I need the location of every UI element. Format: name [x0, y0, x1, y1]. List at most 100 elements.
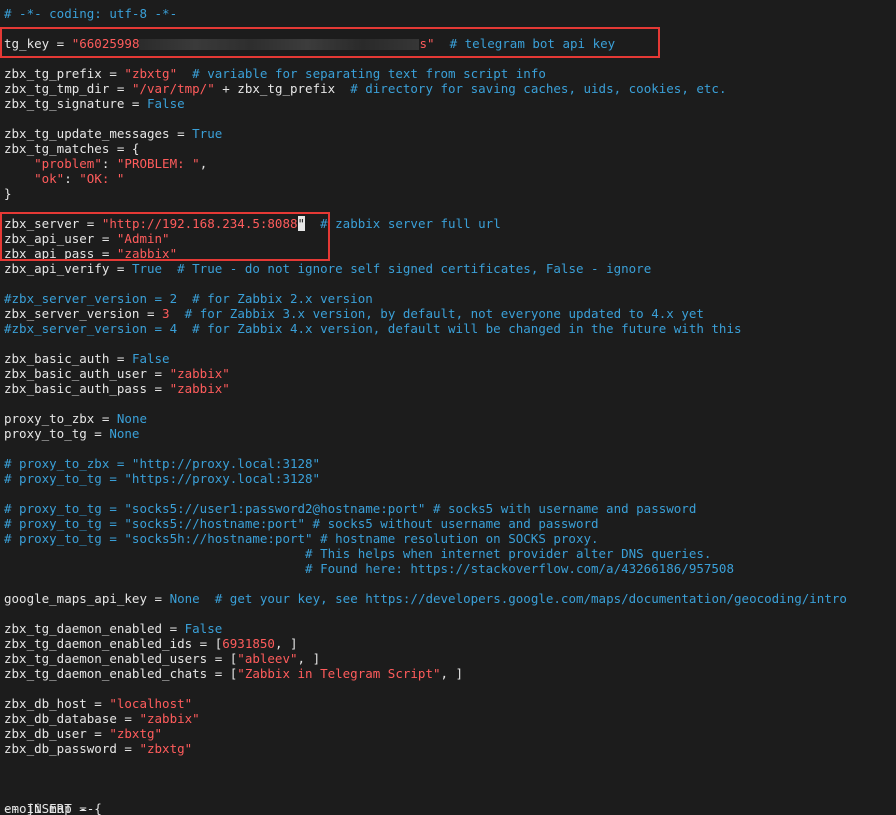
code-text: zbx_api_user =	[4, 231, 117, 246]
code-text: zbx_basic_auth =	[4, 351, 132, 366]
code-line[interactable]	[4, 441, 896, 456]
code-string: s"	[419, 36, 435, 51]
code-line[interactable]	[4, 21, 896, 36]
code-line[interactable]: zbx_db_user = "zbxtg"	[4, 726, 896, 741]
text-cursor: "	[297, 216, 306, 231]
code-line[interactable]: zbx_server_version = 3 # for Zabbix 3.x …	[4, 306, 896, 321]
code-keyword: None	[116, 411, 147, 426]
code-line[interactable]: zbx_basic_auth_user = "zabbix"	[4, 366, 896, 381]
code-text: zbx_db_database =	[4, 711, 140, 726]
code-line[interactable]: # This helps when internet provider alte…	[4, 546, 896, 561]
code-text: zbx_db_host =	[4, 696, 110, 711]
code-line[interactable]: # proxy_to_tg = "socks5h://hostname:port…	[4, 531, 896, 546]
code-line[interactable]: zbx_tg_daemon_enabled_chats = ["Zabbix i…	[4, 666, 896, 681]
code-line[interactable]: zbx_db_host = "localhost"	[4, 696, 896, 711]
code-line[interactable]: proxy_to_tg = None	[4, 426, 896, 441]
code-line[interactable]: zbx_api_verify = True # True - do not ig…	[4, 261, 896, 276]
code-line[interactable]: zbx_db_password = "zbxtg"	[4, 741, 896, 756]
code-line[interactable]: # proxy_to_tg = "socks5://user1:password…	[4, 501, 896, 516]
code-line[interactable]: zbx_api_user = "Admin"	[4, 231, 896, 246]
code-line[interactable]: # proxy_to_zbx = "http://proxy.local:312…	[4, 456, 896, 471]
code-line[interactable]: google_maps_api_key = None # get your ke…	[4, 591, 896, 606]
code-line[interactable]: "problem": "PROBLEM: ",	[4, 156, 896, 171]
code-line[interactable]: zbx_tg_prefix = "zbxtg" # variable for s…	[4, 66, 896, 81]
code-string: "zabbix"	[116, 246, 178, 261]
code-line[interactable]	[4, 606, 896, 621]
code-text: zbx_tg_matches = {	[4, 141, 140, 156]
code-text: :	[101, 156, 117, 171]
code-buffer[interactable]: # -*- coding: utf-8 -*- tg_key = "660259…	[4, 6, 896, 815]
code-line[interactable]	[4, 756, 896, 771]
code-line[interactable]: zbx_tg_update_messages = True	[4, 126, 896, 141]
code-line[interactable]: zbx_db_database = "zabbix"	[4, 711, 896, 726]
code-string: "zbxtg"	[109, 726, 163, 741]
code-line[interactable]	[4, 771, 896, 786]
code-line[interactable]: tg_key = "66025998 s" # telegram bot api …	[4, 36, 896, 51]
code-line[interactable]: zbx_tg_daemon_enabled = False	[4, 621, 896, 636]
code-line[interactable]: #zbx_server_version = 2 # for Zabbix 2.x…	[4, 291, 896, 306]
code-comment: # proxy_to_tg = "socks5://user1:password…	[4, 501, 697, 516]
code-line[interactable]: zbx_basic_auth = False	[4, 351, 896, 366]
code-line[interactable]: proxy_to_zbx = None	[4, 411, 896, 426]
code-text: proxy_to_tg =	[4, 426, 110, 441]
code-line[interactable]: "ok": "OK: "	[4, 171, 896, 186]
code-line[interactable]: # proxy_to_tg = "https://proxy.local:312…	[4, 471, 896, 486]
code-line[interactable]: # Found here: https://stackoverflow.com/…	[4, 561, 896, 576]
code-line[interactable]: zbx_tg_tmp_dir = "/var/tmp/" + zbx_tg_pr…	[4, 81, 896, 96]
redacted-region	[139, 39, 420, 50]
code-text: zbx_tg_daemon_enabled_users = [	[4, 651, 238, 666]
code-line[interactable]: #zbx_server_version = 4 # for Zabbix 4.x…	[4, 321, 896, 336]
code-line[interactable]: zbx_tg_daemon_enabled_users = ["ableev",…	[4, 651, 896, 666]
code-comment: # zabbix server full url	[320, 216, 501, 231]
code-text: proxy_to_zbx =	[4, 411, 117, 426]
code-line[interactable]: zbx_tg_signature = False	[4, 96, 896, 111]
code-keyword: None	[169, 591, 200, 606]
code-line[interactable]	[4, 681, 896, 696]
code-string: "zabbix"	[169, 381, 230, 396]
code-text: zbx_server_version =	[4, 306, 163, 321]
code-keyword: True	[131, 261, 163, 276]
code-line[interactable]: # -*- coding: utf-8 -*-	[4, 6, 896, 21]
code-text: zbx_basic_auth_pass =	[4, 381, 170, 396]
code-text: zbx_tg_daemon_enabled =	[4, 621, 185, 636]
code-line[interactable]: emoji_map = {	[4, 801, 896, 815]
code-line[interactable]: zbx_server = "http://192.168.234.5:8088"…	[4, 216, 896, 231]
code-string: "zbxtg"	[139, 741, 193, 756]
code-text: ,	[199, 156, 208, 171]
code-line[interactable]	[4, 576, 896, 591]
code-line[interactable]	[4, 111, 896, 126]
terminal-window[interactable]: # -*- coding: utf-8 -*- tg_key = "660259…	[0, 0, 896, 815]
code-string: "66025998	[71, 36, 140, 51]
code-string: "/var/tmp/"	[131, 81, 215, 96]
code-text: zbx_db_user =	[4, 726, 110, 741]
code-comment: # Found here: https://stackoverflow.com/…	[4, 561, 734, 576]
code-text: , ]	[297, 651, 321, 666]
code-line[interactable]	[4, 201, 896, 216]
code-comment: # get your key, see https://developers.g…	[214, 591, 847, 606]
code-line[interactable]: zbx_basic_auth_pass = "zabbix"	[4, 381, 896, 396]
code-line[interactable]	[4, 396, 896, 411]
code-line[interactable]: }	[4, 186, 896, 201]
code-line[interactable]	[4, 336, 896, 351]
code-comment: #zbx_server_version = 2 # for Zabbix 2.x…	[4, 291, 373, 306]
code-text: zbx_tg_daemon_enabled_chats = [	[4, 666, 238, 681]
code-line[interactable]: zbx_tg_daemon_enabled_ids = [6931850, ]	[4, 636, 896, 651]
code-text: zbx_tg_daemon_enabled_ids = [	[4, 636, 223, 651]
code-line[interactable]: # proxy_to_tg = "socks5://hostname:port"…	[4, 516, 896, 531]
code-line[interactable]	[4, 486, 896, 501]
code-text: tg_key =	[4, 36, 72, 51]
code-line[interactable]: zbx_tg_matches = {	[4, 141, 896, 156]
code-line[interactable]	[4, 276, 896, 291]
code-string: 6931850	[222, 636, 275, 651]
code-string: "ableev"	[237, 651, 298, 666]
code-line[interactable]	[4, 786, 896, 801]
code-text: , ]	[440, 666, 464, 681]
code-comment: # proxy_to_tg = "socks5://hostname:port"…	[4, 516, 599, 531]
code-string: "zbxtg"	[124, 66, 178, 81]
code-text: zbx_basic_auth_user =	[4, 366, 170, 381]
code-line[interactable]	[4, 51, 896, 66]
code-line[interactable]: zbx_api_pass = "zabbix"	[4, 246, 896, 261]
